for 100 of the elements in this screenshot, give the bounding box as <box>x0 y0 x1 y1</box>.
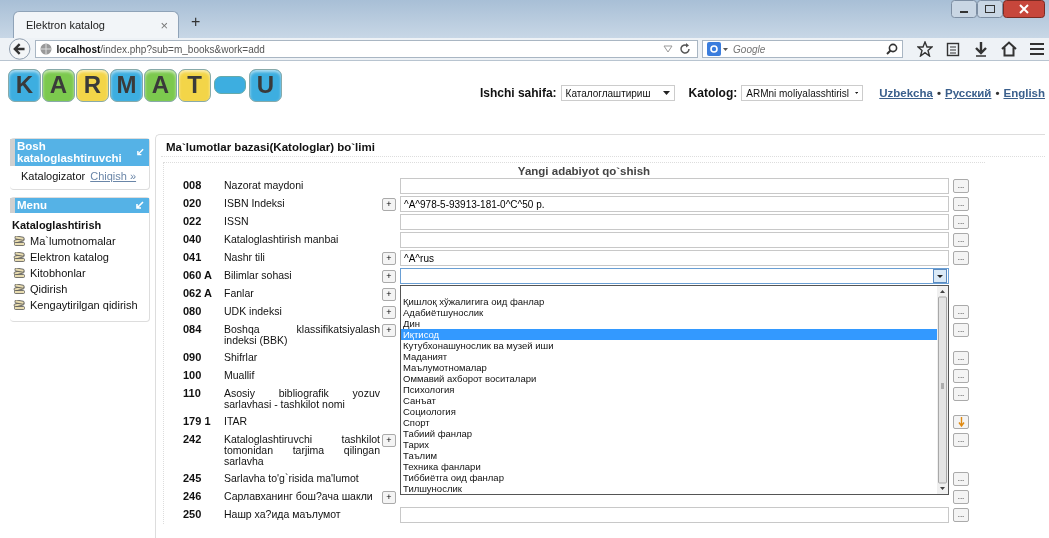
field-label: Boshqa klassifikatsiyalash indeksi (BBK) <box>224 322 381 348</box>
address-field[interactable]: localhost/index.php?sub=m_books&work=add <box>35 40 699 58</box>
dropdown-option[interactable]: Таълим <box>401 450 937 461</box>
language-link[interactable]: English <box>1003 87 1045 99</box>
logout-link[interactable]: Chiqish » <box>90 170 137 182</box>
add-button[interactable]: + <box>382 490 396 504</box>
field-label: Kataloglashtiruvchi tashkilot tomonidan tarjima qilingan sarlavha <box>224 432 381 469</box>
dropdown[interactable]: ARMni moliyalasshtirisl <box>741 85 864 101</box>
form-title: Yangi adabiyot qo`shish <box>516 165 652 177</box>
google-icon[interactable] <box>707 42 730 56</box>
caret-icon[interactable] <box>855 91 859 95</box>
field-label: UDK indeksi <box>224 304 283 319</box>
dropdown-option[interactable]: Табиий фанлар <box>401 428 937 439</box>
more-button[interactable]: ... <box>953 233 969 247</box>
close-icon[interactable]: × <box>160 17 168 33</box>
more-button[interactable]: ... <box>953 472 969 486</box>
books-icon[interactable] <box>13 283 26 295</box>
close-icon[interactable] <box>1003 0 1045 18</box>
add-button[interactable]: + <box>382 305 396 319</box>
scrollbar-icon[interactable] <box>937 286 948 494</box>
minimize-icon[interactable] <box>951 0 977 18</box>
dropdown-option[interactable]: Маданият <box>401 351 937 362</box>
panel-title: Bosh kataloglashtiruvchi <box>17 139 123 165</box>
more-button[interactable]: ... <box>953 490 969 504</box>
books-icon[interactable] <box>13 299 26 311</box>
dropdown-option[interactable]: Психология <box>401 384 937 395</box>
dropdown-option[interactable]: Қишлоқ хўжалигига оид фанлар <box>401 296 937 307</box>
field-code: 090 <box>183 350 203 363</box>
user-name: Katalogizator <box>21 170 86 182</box>
text-field[interactable] <box>400 214 949 230</box>
add-button[interactable]: + <box>382 269 396 283</box>
more-button[interactable]: ... <box>953 197 969 211</box>
add-button[interactable]: + <box>382 433 396 447</box>
more-button[interactable]: ... <box>953 369 969 383</box>
dropdown-button-icon[interactable] <box>933 269 947 283</box>
dropdown-option[interactable]: Дин <box>401 318 937 329</box>
field-label: Bilimlar sohasi <box>224 268 293 283</box>
more-button[interactable]: ... <box>953 305 969 319</box>
dropdown-option[interactable]: Техника фанлари <box>401 461 937 472</box>
dropdown-option[interactable]: Социология <box>401 406 937 417</box>
text-field[interactable] <box>400 507 949 523</box>
maximize-icon[interactable] <box>977 0 1003 18</box>
field-code: 080 <box>183 304 203 317</box>
menu-item[interactable]: Kitobhonlar <box>10 265 149 281</box>
field-label: Kataloglashtirish manbai <box>224 232 340 247</box>
text-field[interactable] <box>400 232 949 248</box>
field-label: ISBN Indeksi <box>224 196 286 211</box>
field-code: 179 1 <box>183 414 212 427</box>
add-button[interactable]: + <box>382 251 396 265</box>
field-code: 040 <box>183 232 203 245</box>
text-field[interactable]: ^A^978-5-93913-181-0^C^50 р. <box>400 196 949 212</box>
clipboard-icon[interactable] <box>945 41 961 57</box>
separator-dot: • <box>995 87 1000 99</box>
add-button[interactable]: + <box>382 197 396 211</box>
menu-item[interactable]: Ma`lumotnomalar <box>10 233 149 249</box>
search-icon[interactable] <box>886 43 898 55</box>
search-field[interactable]: Google <box>702 40 903 58</box>
more-button[interactable]: ... <box>953 251 969 265</box>
menu-item[interactable]: Kengaytirilgan qidirish <box>10 297 149 313</box>
books-icon[interactable] <box>13 251 26 263</box>
text-field[interactable]: ^A^rus <box>400 250 949 266</box>
dropdown-option[interactable]: Маълумотномалар <box>401 362 937 373</box>
dropdown-option[interactable]: Тиббиётга оид фанлар <box>401 472 937 483</box>
caret-icon[interactable] <box>662 91 670 95</box>
language-link[interactable]: Uzbekcha <box>879 87 933 99</box>
more-button[interactable]: ... <box>953 215 969 229</box>
dropdown[interactable]: Каталоглаштириш <box>560 85 675 101</box>
globe-icon[interactable] <box>40 43 53 55</box>
menu-item[interactable]: Elektron katalog <box>10 249 149 265</box>
books-icon[interactable] <box>13 267 26 279</box>
reload-icon[interactable] <box>679 43 692 55</box>
text-field[interactable] <box>400 178 949 194</box>
download-icon[interactable] <box>973 41 989 57</box>
back-icon[interactable] <box>8 38 32 60</box>
more-button[interactable]: ... <box>953 179 969 193</box>
field-label: Muallif <box>224 368 256 383</box>
menu-icon[interactable] <box>1029 41 1045 57</box>
menu-item[interactable]: Qidirish <box>10 281 149 297</box>
more-button[interactable]: ... <box>953 508 969 522</box>
books-icon[interactable] <box>13 235 26 247</box>
dropdown-option[interactable]: Санъат <box>401 395 937 406</box>
dropdown-option[interactable]: Адабиётшунослик <box>401 307 937 318</box>
dropdown-option[interactable]: Спорт <box>401 417 937 428</box>
dropdown-option[interactable]: Тарих <box>401 439 937 450</box>
dropdown-option[interactable]: Кутубхонашунослик ва музей иши <box>401 340 937 351</box>
language-link[interactable]: Русский <box>944 87 992 99</box>
more-button[interactable]: ... <box>953 433 969 447</box>
field-code: 008 <box>183 178 203 191</box>
home-icon[interactable] <box>1001 41 1017 57</box>
add-button[interactable]: + <box>382 287 396 301</box>
add-button[interactable]: + <box>382 323 396 337</box>
dropdown-option[interactable]: Тилшунослик <box>401 483 937 494</box>
field-label: ITAR <box>224 414 249 429</box>
star-icon[interactable] <box>917 41 933 57</box>
browser-tab[interactable]: Elektron katalog × <box>13 11 179 38</box>
more-button[interactable]: ... <box>953 351 969 365</box>
more-button[interactable]: ... <box>953 323 969 337</box>
new-tab-button[interactable]: + <box>191 13 201 31</box>
more-button[interactable]: ... <box>953 387 969 401</box>
dropdown-option[interactable]: Оммавий ахборот воситалари <box>401 373 937 384</box>
